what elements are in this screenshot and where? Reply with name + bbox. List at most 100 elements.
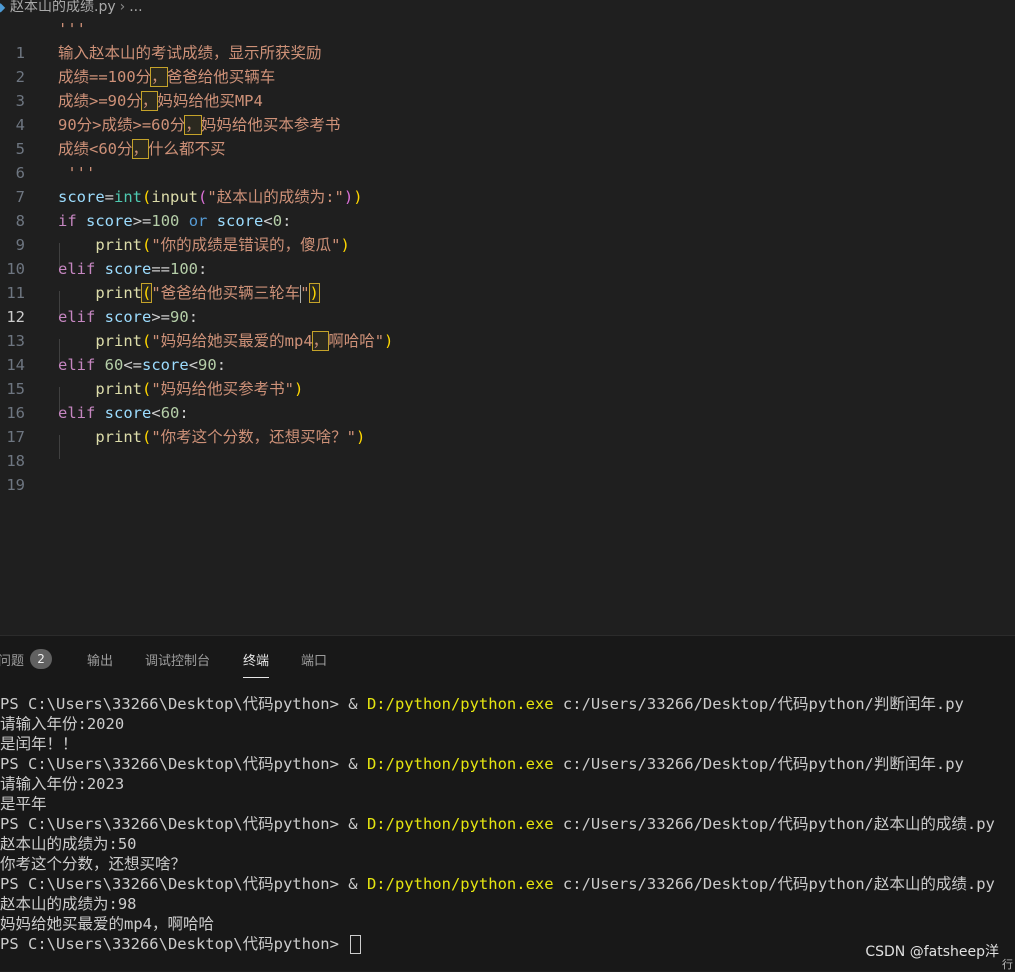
terminal-prompt: PS C:\Users\33266\Desktop\代码python> (0, 695, 349, 713)
terminal-prompt: PS C:\Users\33266\Desktop\代码python> (0, 935, 349, 953)
docstring: 什么都不买 (148, 140, 226, 158)
docstring: 成绩>=90分 (58, 92, 142, 110)
terminal-output: 请输入年份:2020 (0, 715, 125, 733)
terminal-line[interactable]: PS C:\Users\33266\Desktop\代码python> (0, 934, 1015, 954)
number: 100 (170, 260, 199, 278)
breadcrumb-ellipsis[interactable]: ... (129, 0, 142, 15)
terminal-script: c:/Users/33266/Desktop/代码python/赵本山的成绩.p… (553, 875, 995, 893)
function-name: print (95, 236, 142, 254)
tab-problems[interactable]: 问题 2 (0, 649, 53, 671)
tab-output[interactable]: 输出 (87, 650, 113, 669)
function-name: print (95, 428, 142, 446)
code-line-current[interactable]: 12 print("爸爸给他买辆三轮车") (0, 281, 1015, 326)
operator: : (282, 212, 292, 230)
highlighted-char: ， (311, 331, 330, 351)
string: "你考这个分数，还想买啥？" (151, 428, 357, 446)
tab-label: 问题 (0, 654, 25, 669)
terminal-amp: & (348, 815, 367, 833)
terminal-output: 请输入年份:2023 (0, 775, 125, 793)
paren: ( (142, 428, 152, 446)
code-line[interactable]: 1 ''' (0, 17, 1015, 62)
operator: : (188, 308, 199, 326)
paren: ( (198, 188, 208, 206)
tab-terminal[interactable]: 终端 (243, 650, 270, 678)
terminal[interactable]: PS C:\Users\33266\Desktop\代码python> & D:… (0, 694, 1015, 954)
terminal-line: PS C:\Users\33266\Desktop\代码python> & D:… (0, 754, 1015, 774)
paren: ( (142, 236, 152, 254)
code-line[interactable]: 8 score=int(input("赵本山的成绩为:")) (0, 185, 1015, 230)
number: 0 (272, 212, 283, 230)
terminal-exe: D:/python/python.exe (366, 875, 554, 893)
code-line[interactable]: 13 elif score>=90: (0, 305, 1015, 350)
docstring: 妈妈给他买MP4 (157, 92, 263, 110)
code-editor[interactable]: 1 ''' 2 输入赵本山的考试成绩，显示所获奖励 3 成绩==100分，爸爸给… (0, 17, 1015, 634)
docstring: 90分>成绩>=60分 (58, 116, 186, 134)
operator: : (179, 404, 189, 422)
code-line[interactable]: 18 print("你考这个分数，还想买啥？") (0, 425, 1015, 470)
string: "赵本山的成绩为:" (207, 188, 344, 206)
terminal-amp: & (348, 755, 367, 773)
terminal-exe: D:/python/python.exe (366, 755, 554, 773)
code-line[interactable]: 6 成绩<60分，什么都不买 (0, 137, 1015, 182)
code-line[interactable]: 4 成绩>=90分，妈妈给他买MP4 (0, 89, 1015, 134)
code-line[interactable]: 16 print("妈妈给他买参考书") (0, 377, 1015, 422)
keyword: if (58, 212, 77, 230)
terminal-script: c:/Users/33266/Desktop/代码python/判断闰年.py (553, 755, 964, 773)
breadcrumb[interactable]: ◆ 赵本山的成绩.py ›... (0, 0, 1015, 17)
code-line[interactable]: 14 print("妈妈给她买最爱的mp4，啊哈哈") (0, 329, 1015, 374)
terminal-exe: D:/python/python.exe (366, 815, 554, 833)
terminal-exe: D:/python/python.exe (366, 695, 554, 713)
paren: ) (384, 332, 394, 350)
terminal-prompt: PS C:\Users\33266\Desktop\代码python> (0, 755, 349, 773)
code-line[interactable]: 17 elif score<60: (0, 401, 1015, 446)
docstring: 输入赵本山的考试成绩，显示所获奖励 (58, 44, 322, 62)
terminal-prompt: PS C:\Users\33266\Desktop\代码python> (0, 815, 349, 833)
paren: ( (142, 332, 152, 350)
code-line[interactable]: 19 (0, 449, 1015, 494)
string: " (300, 284, 310, 302)
identifier: score (104, 308, 152, 326)
number: 100 (151, 212, 180, 230)
code-line[interactable]: 9 if score>=100 or score<0: (0, 209, 1015, 254)
terminal-amp: & (348, 875, 367, 893)
keyword: or (188, 212, 208, 230)
string: 啊哈哈" (328, 332, 385, 350)
tab-ports[interactable]: 端口 (301, 650, 327, 669)
paren: ) (294, 380, 304, 398)
code-line[interactable]: 10 print("你的成绩是错误的，傻瓜") (0, 233, 1015, 278)
code-line[interactable]: 5 90分>成绩>=60分，妈妈给他买本参考书 (0, 113, 1015, 158)
code-line[interactable]: 2 输入赵本山的考试成绩，显示所获奖励 (0, 41, 1015, 86)
identifier: score (86, 212, 133, 230)
terminal-prompt: PS C:\Users\33266\Desktop\代码python> (0, 875, 349, 893)
operator: == (151, 260, 171, 278)
identifier: score (104, 404, 152, 422)
code-line[interactable]: 11 elif score==100: (0, 257, 1015, 302)
keyword: elif (58, 404, 96, 422)
operator: = (104, 188, 115, 206)
matched-bracket: ( (140, 283, 153, 303)
terminal-output: 妈妈给她买最爱的mp4，啊哈哈 (0, 915, 214, 933)
highlighted-char: ， (150, 67, 168, 87)
code-line[interactable]: 15 elif 60<=score<90: (0, 353, 1015, 398)
keyword: elif (58, 356, 96, 374)
panel-tabs: 问题 2 输出 调试控制台 终端 端口 (0, 636, 1015, 680)
operator: : (198, 260, 208, 278)
function-name: input (151, 188, 199, 206)
operator: : (216, 356, 227, 374)
terminal-output: 你考这个分数，还想买啥？ (0, 855, 187, 873)
string: "妈妈给他买参考书" (151, 380, 295, 398)
code-line[interactable]: 7 ''' (0, 161, 1015, 206)
identifier: score (58, 188, 105, 206)
operator: <= (123, 356, 143, 374)
terminal-cursor (350, 935, 362, 954)
identifier: score (216, 212, 264, 230)
highlighted-char: ， (184, 115, 202, 135)
function-name: print (95, 284, 142, 302)
function-name: print (95, 332, 142, 350)
tab-debug-console[interactable]: 调试控制台 (145, 650, 210, 669)
terminal-output: 赵本山的成绩为:50 (0, 835, 137, 853)
code-line[interactable]: 3 成绩==100分，爸爸给他买辆车 (0, 65, 1015, 110)
breadcrumb-file[interactable]: 赵本山的成绩.py (10, 0, 116, 15)
string: "爸爸给他买辆三轮车 (151, 284, 301, 302)
docstring: ''' (58, 20, 86, 38)
